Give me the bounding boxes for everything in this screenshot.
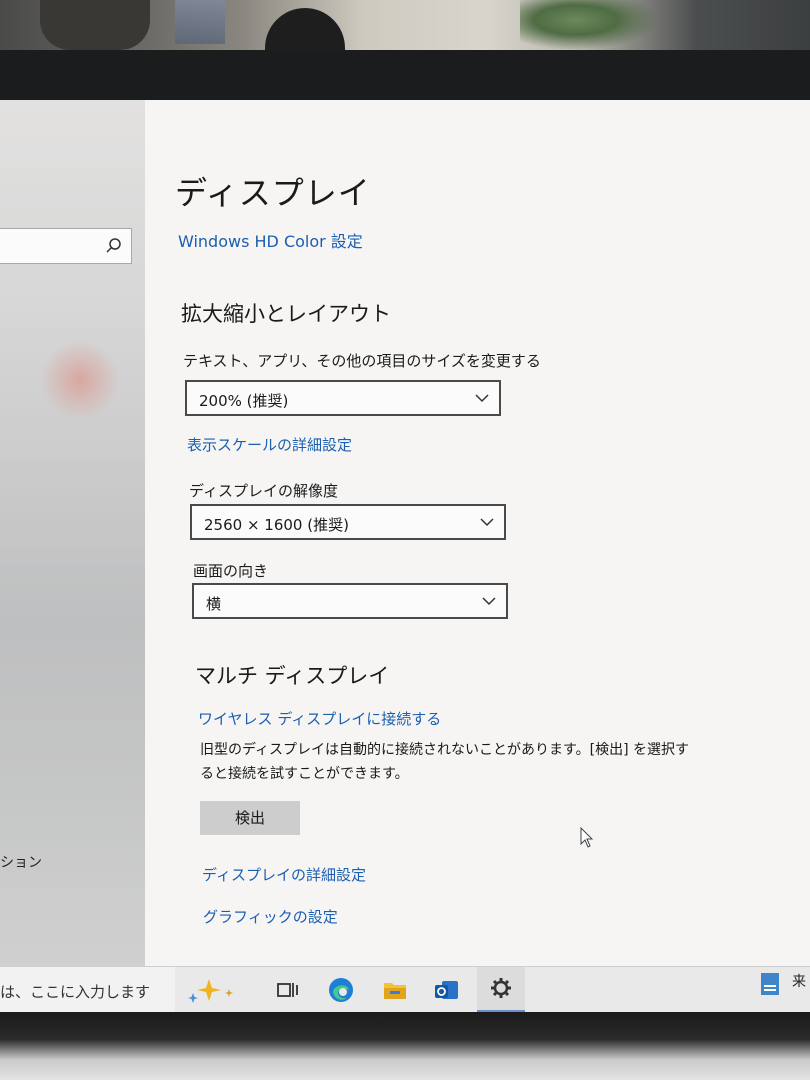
settings-taskbar-button[interactable] bbox=[477, 967, 525, 1012]
scale-layout-heading: 拡大縮小とレイアウト bbox=[181, 302, 391, 326]
resolution-dropdown[interactable]: 2560 × 1600 (推奨) bbox=[190, 504, 506, 540]
multi-display-description: 旧型のディスプレイは自動的に接続されないことがあります。[検出] を選択すると接… bbox=[200, 742, 689, 782]
outlook-icon[interactable] bbox=[432, 975, 462, 1005]
orientation-value: 横 bbox=[206, 595, 222, 613]
chevron-down-icon bbox=[480, 518, 494, 527]
mouse-cursor-icon bbox=[580, 827, 594, 848]
background-plant bbox=[520, 0, 660, 50]
page-title: ディスプレイ bbox=[175, 174, 371, 212]
resolution-value: 2560 × 1600 (推奨) bbox=[204, 516, 349, 534]
advanced-display-link[interactable]: ディスプレイの詳細設定 bbox=[202, 864, 366, 885]
background-object bbox=[40, 0, 150, 50]
taskbar: は、ここに入力します 来 bbox=[0, 966, 810, 1012]
screen: ション ディスプレイ Windows HD Color 設定 拡大縮小とレイアウ… bbox=[0, 100, 810, 1012]
orientation-label: 画面の向き bbox=[193, 562, 269, 580]
scale-value: 200% (推奨) bbox=[199, 392, 289, 410]
scale-dropdown[interactable]: 200% (推奨) bbox=[185, 380, 501, 416]
edge-icon[interactable] bbox=[326, 975, 356, 1005]
advanced-scale-link[interactable]: 表示スケールの詳細設定 bbox=[187, 434, 352, 455]
multi-display-heading: マルチ ディスプレイ bbox=[195, 664, 390, 688]
resolution-label: ディスプレイの解像度 bbox=[189, 482, 338, 500]
search-icon[interactable] bbox=[105, 237, 123, 255]
scale-label: テキスト、アプリ、その他の項目のサイズを変更する bbox=[183, 352, 541, 370]
settings-icon bbox=[491, 978, 511, 998]
taskbar-search[interactable]: は、ここに入力します bbox=[0, 967, 175, 1012]
settings-search-input[interactable] bbox=[0, 228, 132, 264]
tray-text: 来 bbox=[792, 974, 806, 990]
display-settings-page: ディスプレイ Windows HD Color 設定 拡大縮小とレイアウト テキ… bbox=[145, 100, 810, 970]
taskbar-search-placeholder: は、ここに入力します bbox=[0, 983, 151, 1001]
sidebar-item-label[interactable]: ション bbox=[0, 852, 42, 872]
sidebar-background bbox=[40, 340, 120, 420]
wireless-display-link[interactable]: ワイヤレス ディスプレイに接続する bbox=[198, 708, 441, 729]
orientation-dropdown[interactable]: 横 bbox=[192, 583, 508, 619]
hd-color-link[interactable]: Windows HD Color 設定 bbox=[178, 228, 363, 252]
chevron-down-icon bbox=[482, 597, 496, 606]
background-object bbox=[175, 0, 225, 44]
laptop-body bbox=[0, 1012, 810, 1080]
file-explorer-icon[interactable] bbox=[380, 975, 410, 1005]
background-object bbox=[265, 8, 345, 56]
task-view-icon[interactable] bbox=[272, 975, 302, 1005]
document-icon[interactable] bbox=[758, 971, 782, 997]
chevron-down-icon bbox=[475, 394, 489, 403]
copilot-icon[interactable] bbox=[185, 975, 241, 1005]
graphics-settings-link[interactable]: グラフィックの設定 bbox=[203, 906, 338, 927]
detect-button[interactable]: 検出 bbox=[200, 801, 300, 835]
